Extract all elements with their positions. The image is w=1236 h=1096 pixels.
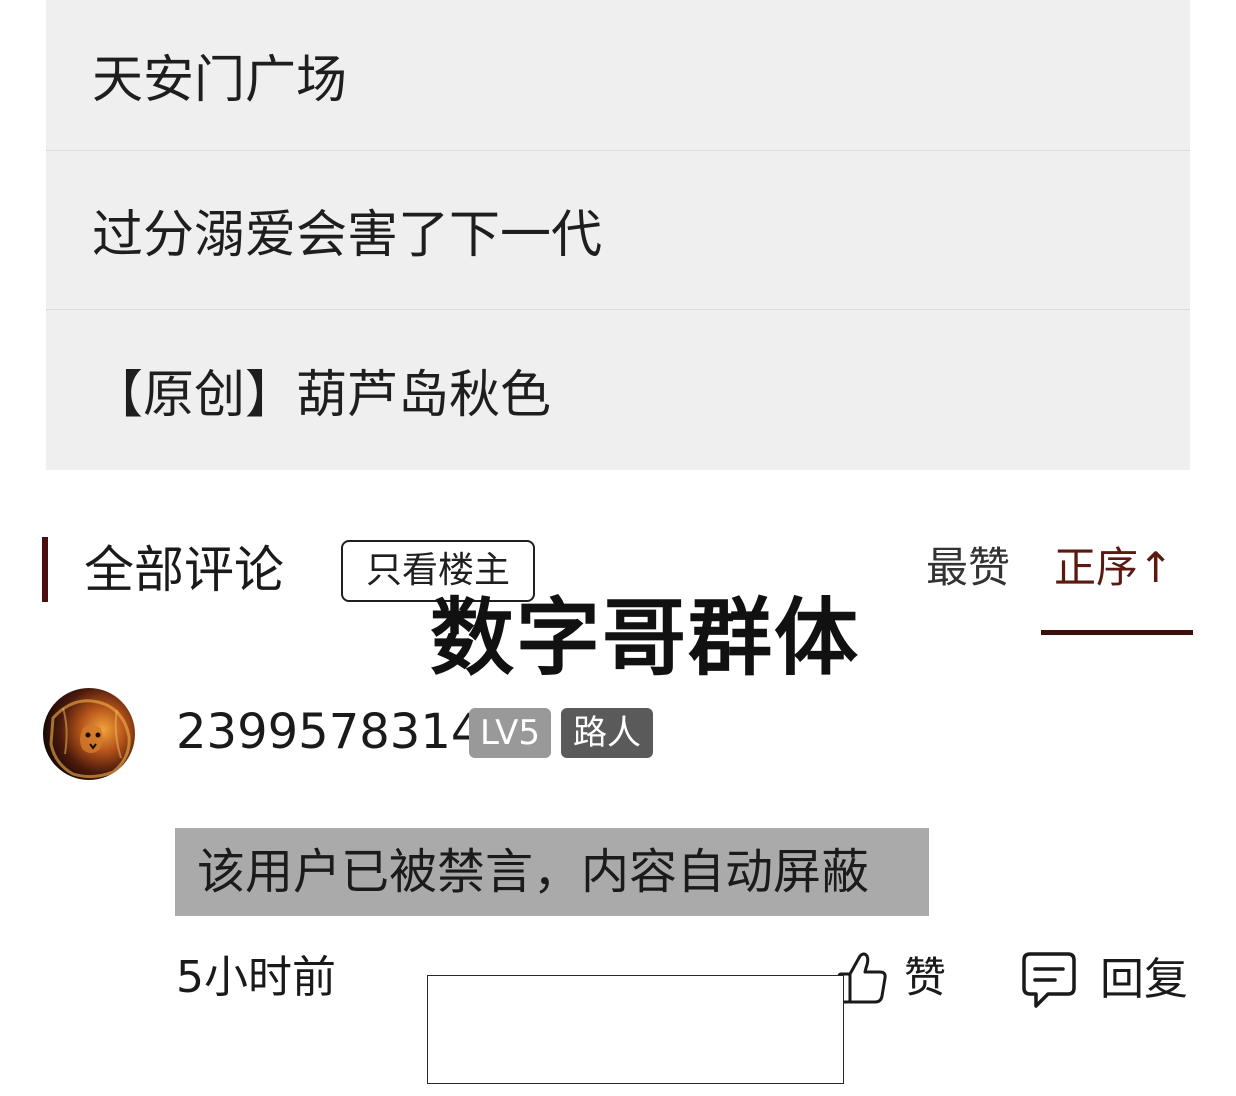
sort-ascending-tab[interactable]: 正序↑ (1054, 538, 1173, 598)
user-level-badge: LV5 (469, 708, 551, 758)
like-label: 赞 (904, 953, 947, 1002)
section-title: 全部评论 (84, 541, 284, 599)
related-post-item[interactable]: 过分溺爱会害了下一代 (46, 151, 1190, 309)
comment-username[interactable]: 2399578314 (176, 702, 481, 762)
comment-bubble-icon (1022, 952, 1076, 1008)
reply-label: 回复 (1100, 954, 1188, 1005)
overlay-watermark-text: 数字哥群体 (430, 589, 861, 687)
related-post-title: 过分溺爱会害了下一代 (92, 206, 603, 265)
related-posts-list: 天安门广场 过分溺爱会害了下一代 【原创】葫芦岛秋色 (46, 0, 1190, 470)
sort-most-liked-tab[interactable]: 最赞 (926, 538, 1010, 598)
user-rank-badge: 路人 (561, 708, 653, 758)
user-avatar[interactable] (43, 688, 135, 780)
section-accent-bar (42, 537, 48, 602)
comment-blocked-content: 该用户已被禁言，内容自动屏蔽 (175, 828, 929, 916)
lion-avatar-icon (49, 699, 131, 779)
active-sort-indicator (1041, 630, 1193, 635)
comment-timestamp: 5小时前 (176, 952, 336, 1003)
related-post-item[interactable]: 【原创】葫芦岛秋色 (46, 310, 1190, 470)
thumbs-up-icon (837, 952, 887, 1004)
reply-button[interactable]: 回复 (1020, 946, 1200, 1014)
redaction-box (427, 975, 844, 1084)
related-post-title: 【原创】葫芦岛秋色 (92, 366, 552, 425)
related-post-title: 天安门广场 (92, 51, 348, 110)
like-button[interactable]: 赞 (836, 946, 956, 1010)
related-post-item[interactable]: 天安门广场 (46, 0, 1190, 150)
